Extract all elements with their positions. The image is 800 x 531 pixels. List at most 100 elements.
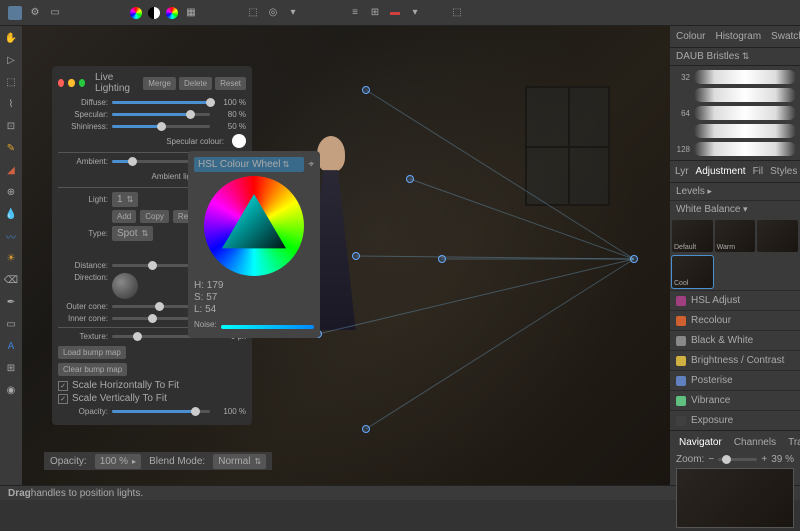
color-mode-select[interactable]: HSL Colour Wheel ⇅ xyxy=(194,157,304,172)
adjustment-item[interactable]: Vibrance xyxy=(670,390,800,410)
color-wheel-icon[interactable] xyxy=(130,7,142,19)
dodge-tool[interactable]: ☀ xyxy=(3,250,19,266)
scale-h-checkbox[interactable]: ✓Scale Horizontally To Fit xyxy=(58,380,246,391)
hand-tool[interactable]: ✋ xyxy=(3,30,19,46)
close-icon[interactable] xyxy=(58,79,64,87)
preset-default[interactable]: Default xyxy=(672,220,713,252)
adjustment-wb[interactable]: White Balance xyxy=(676,204,740,215)
mask-icon[interactable]: ◎ xyxy=(266,6,280,20)
lasso-tool[interactable]: ⌇ xyxy=(3,96,19,112)
blur-tool[interactable]: 💧 xyxy=(3,206,19,222)
brush-set-select[interactable]: DAUB Bristles ⇅ xyxy=(670,48,800,66)
maximize-icon[interactable] xyxy=(79,79,85,87)
gear-icon[interactable]: ⚙ xyxy=(28,6,42,20)
brush-tool[interactable]: ✎ xyxy=(3,140,19,156)
adjustment-item[interactable]: HSL Adjust xyxy=(670,290,800,310)
dropdown-icon[interactable]: ▾ xyxy=(408,6,422,20)
move-tool[interactable]: ▷ xyxy=(3,52,19,68)
adjustment-levels[interactable]: Levels xyxy=(676,186,705,197)
specular-slider[interactable] xyxy=(112,113,210,116)
tab-layers[interactable]: Lyr xyxy=(672,163,692,180)
color-picker-tool[interactable]: ◉ xyxy=(3,382,19,398)
light-handle[interactable] xyxy=(438,255,446,263)
tab-colour[interactable]: Colour xyxy=(672,28,709,45)
adjustment-item[interactable]: Posterise xyxy=(670,370,800,390)
light-handle[interactable] xyxy=(362,86,370,94)
tab-swatches[interactable]: Swatches xyxy=(767,28,800,45)
preset-cool[interactable]: Cool xyxy=(672,256,713,288)
hsl-color-wheel[interactable] xyxy=(204,176,304,276)
light-stepper[interactable]: 1 ⇅ xyxy=(112,192,138,207)
align-icon[interactable]: ≡ xyxy=(348,6,362,20)
doc-icon[interactable]: ▭ xyxy=(48,6,62,20)
tab-transform[interactable]: Transform xyxy=(785,434,800,451)
contrast-icon[interactable] xyxy=(148,7,160,19)
brush-item[interactable]: 128 xyxy=(672,140,798,158)
assistant-icon[interactable]: ⬚ xyxy=(450,6,464,20)
adjustment-item[interactable]: Exposure xyxy=(670,410,800,430)
selection-tool[interactable]: ⬚ xyxy=(3,74,19,90)
minimize-icon[interactable] xyxy=(68,79,74,87)
adjustment-item[interactable]: Black & White xyxy=(670,330,800,350)
context-toolbar: Opacity: 100 % ▸ Blend Mode: Normal ⇅ xyxy=(44,452,272,470)
specular-color-swatch[interactable] xyxy=(232,134,246,148)
palette-icon[interactable]: ▦ xyxy=(184,6,198,20)
mode-icon[interactable]: ▾ xyxy=(286,6,300,20)
adjustment-item[interactable]: Brightness / Contrast xyxy=(670,350,800,370)
eyedropper-icon[interactable]: ⌖ xyxy=(308,159,314,170)
noise-slider[interactable] xyxy=(221,325,314,329)
reset-button[interactable]: Reset xyxy=(215,77,246,90)
shininess-slider[interactable] xyxy=(112,125,210,128)
tab-adjustment[interactable]: Adjustment xyxy=(693,163,749,180)
blend-mode-select[interactable]: Normal ⇅ xyxy=(213,454,266,469)
hue-icon[interactable] xyxy=(166,7,178,19)
select-icon[interactable]: ⬚ xyxy=(246,6,260,20)
zoom-tool[interactable]: ⊞ xyxy=(3,360,19,376)
right-studio: Colour Histogram Swatches Brushes DAUB B… xyxy=(670,26,800,485)
light-handle[interactable] xyxy=(362,425,370,433)
tab-histogram[interactable]: Histogram xyxy=(711,28,765,45)
canvas[interactable]: Live Lighting Merge Delete Reset Diffuse… xyxy=(22,26,670,485)
copy-light-button[interactable]: Copy xyxy=(140,210,169,223)
brush-item[interactable] xyxy=(672,86,798,104)
eraser-tool[interactable]: ⌫ xyxy=(3,272,19,288)
load-bump-button[interactable]: Load bump map xyxy=(58,346,126,359)
brush-item[interactable]: 32 xyxy=(672,68,798,86)
swatch-icon[interactable]: ▬ xyxy=(388,6,402,20)
zoom-slider[interactable] xyxy=(718,458,757,461)
preset-other[interactable] xyxy=(757,220,798,252)
merge-button[interactable]: Merge xyxy=(143,77,176,90)
light-handle[interactable] xyxy=(352,252,360,260)
fill-tool[interactable]: ◢ xyxy=(3,162,19,178)
tab-effects[interactable]: Fil xyxy=(750,163,767,180)
zoom-out-icon[interactable]: − xyxy=(708,454,714,465)
scale-v-checkbox[interactable]: ✓Scale Vertically To Fit xyxy=(58,393,246,404)
clone-tool[interactable]: ⊕ xyxy=(3,184,19,200)
tab-channels[interactable]: Channels xyxy=(731,434,779,451)
direction-ball[interactable] xyxy=(112,273,138,299)
preset-warm[interactable]: Warm xyxy=(715,220,756,252)
opacity-field[interactable]: 100 % ▸ xyxy=(95,454,141,469)
light-origin-handle[interactable] xyxy=(630,255,638,263)
crop-tool[interactable]: ⊡ xyxy=(3,118,19,134)
pen-tool[interactable]: ✒ xyxy=(3,294,19,310)
type-select[interactable]: Spot ⇅ xyxy=(112,226,153,241)
smudge-tool[interactable]: 〰 xyxy=(3,228,19,244)
navigator-preview[interactable] xyxy=(676,468,794,528)
delete-button[interactable]: Delete xyxy=(179,77,212,90)
shape-tool[interactable]: ▭ xyxy=(3,316,19,332)
light-handle[interactable] xyxy=(406,175,414,183)
tab-navigator[interactable]: Navigator xyxy=(676,434,725,451)
brush-item[interactable]: 64 xyxy=(672,104,798,122)
tab-styles[interactable]: Styles xyxy=(767,163,800,180)
panel-opacity-slider[interactable] xyxy=(112,410,210,413)
zoom-in-icon[interactable]: + xyxy=(761,454,767,465)
text-tool[interactable]: A xyxy=(3,338,19,354)
add-light-button[interactable]: Add xyxy=(112,210,136,223)
arrange-icon[interactable]: ⊞ xyxy=(368,6,382,20)
clear-bump-button[interactable]: Clear bump map xyxy=(58,363,127,376)
app-icon[interactable] xyxy=(8,6,22,20)
brush-item[interactable] xyxy=(672,122,798,140)
adjustment-item[interactable]: Recolour xyxy=(670,310,800,330)
diffuse-slider[interactable] xyxy=(112,101,210,104)
